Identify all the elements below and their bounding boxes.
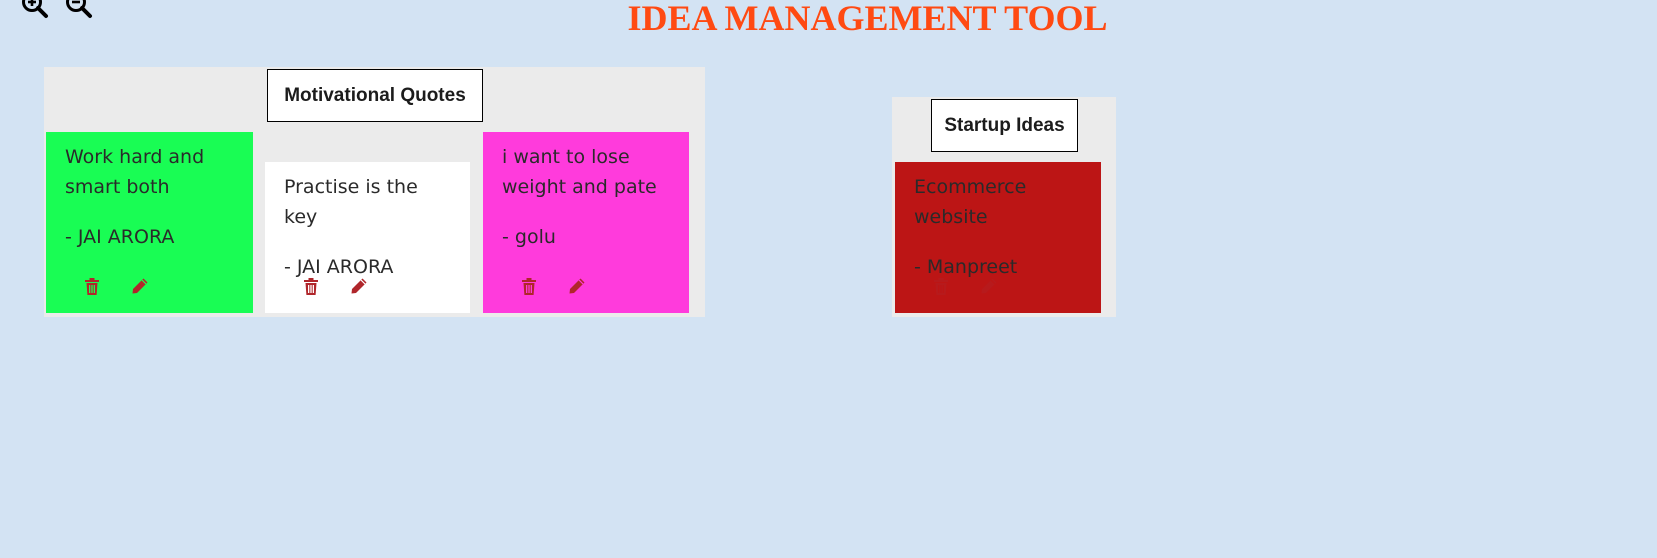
trash-icon [85, 277, 99, 295]
edit-button[interactable] [130, 276, 150, 296]
note-author: - JAI ARORA [65, 226, 175, 248]
delete-button[interactable] [82, 276, 102, 296]
delete-button[interactable] [931, 276, 951, 296]
pencil-icon [351, 278, 367, 294]
board-motivational-quotes: Motivational Quotes Work hard and smart … [44, 67, 705, 317]
trash-icon [934, 277, 948, 295]
note-actions [519, 276, 587, 296]
note-actions [82, 276, 150, 296]
trash-icon [522, 277, 536, 295]
delete-button[interactable] [301, 276, 321, 296]
edit-button[interactable] [567, 276, 587, 296]
board-title[interactable]: Motivational Quotes [267, 69, 483, 122]
note-text: Work hard and smart both [65, 146, 205, 198]
pencil-icon [132, 278, 148, 294]
trash-icon [304, 277, 318, 295]
edit-button[interactable] [349, 276, 369, 296]
note-card: Work hard and smart both - JAI ARORA [46, 132, 253, 313]
pencil-icon [981, 278, 997, 294]
pencil-icon [569, 278, 585, 294]
note-actions [301, 276, 369, 296]
note-card: Practise is the key - JAI ARORA [265, 162, 470, 313]
note-text: Practise is the key [284, 176, 418, 228]
board-title[interactable]: Startup Ideas [931, 99, 1078, 152]
edit-button[interactable] [979, 276, 999, 296]
note-actions [931, 276, 999, 296]
page-title: IDEA MANAGEMENT TOOL [627, 0, 1108, 38]
note-text: i want to lose weight and pate [502, 146, 657, 198]
note-text: Ecommerce website [914, 176, 1027, 228]
note-card: i want to lose weight and pate - golu [483, 132, 689, 313]
board-startup-ideas: Startup Ideas Ecommerce website - Manpre… [892, 97, 1116, 317]
delete-button[interactable] [519, 276, 539, 296]
note-author: - golu [502, 226, 556, 248]
note-card: Ecommerce website - Manpreet [895, 162, 1101, 313]
